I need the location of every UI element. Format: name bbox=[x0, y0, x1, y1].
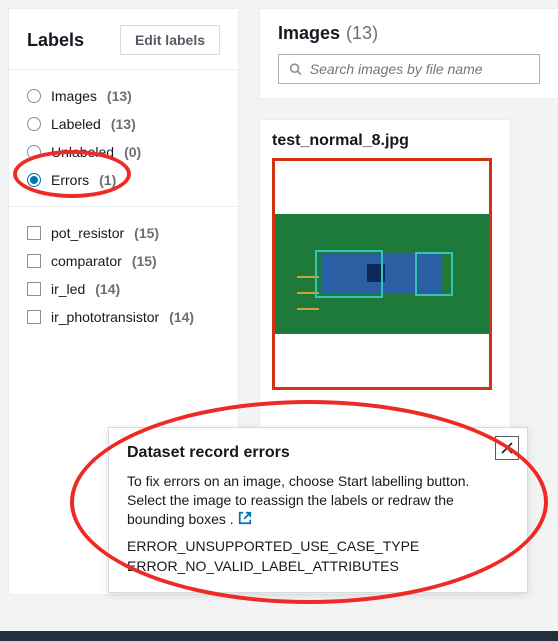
radio-icon bbox=[27, 145, 41, 159]
search-icon bbox=[289, 62, 302, 76]
filter-count: (0) bbox=[124, 144, 141, 160]
image-thumbnail bbox=[272, 158, 492, 390]
images-title: Images bbox=[278, 23, 340, 44]
search-input[interactable] bbox=[310, 61, 529, 77]
dataset-errors-tooltip: Dataset record errors To fix errors on a… bbox=[108, 427, 528, 593]
search-input-wrap[interactable] bbox=[278, 54, 540, 84]
filter-label: Labeled bbox=[51, 116, 101, 132]
checkbox-icon bbox=[27, 226, 41, 240]
sidebar-header: Labels Edit labels bbox=[9, 9, 238, 70]
filter-list: Images (13) Labeled (13) Unlabeled (0) E… bbox=[9, 70, 238, 207]
radio-icon bbox=[27, 117, 41, 131]
label-count: (15) bbox=[132, 253, 157, 269]
error-code: ERROR_UNSUPPORTED_USE_CASE_TYPE bbox=[127, 538, 509, 554]
checkbox-icon bbox=[27, 282, 41, 296]
edit-labels-button[interactable]: Edit labels bbox=[120, 25, 220, 55]
radio-icon bbox=[27, 173, 41, 187]
label-ir-led[interactable]: ir_led (14) bbox=[9, 275, 238, 303]
filter-label: Unlabeled bbox=[51, 144, 114, 160]
filter-images[interactable]: Images (13) bbox=[9, 82, 238, 110]
tooltip-title: Dataset record errors bbox=[127, 444, 509, 462]
label-pot-resistor[interactable]: pot_resistor (15) bbox=[9, 219, 238, 247]
bounding-box bbox=[315, 250, 383, 298]
label-count: (14) bbox=[95, 281, 120, 297]
close-button[interactable] bbox=[495, 436, 519, 460]
filter-count: (13) bbox=[111, 116, 136, 132]
image-filename: test_normal_8.jpg bbox=[272, 132, 498, 150]
images-count: (13) bbox=[346, 23, 378, 44]
label-text: ir_led bbox=[51, 281, 85, 297]
label-comparator[interactable]: comparator (15) bbox=[9, 247, 238, 275]
filter-count: (1) bbox=[99, 172, 116, 188]
tooltip-body-text: To fix errors on an image, choose Start … bbox=[127, 473, 469, 527]
filter-unlabeled[interactable]: Unlabeled (0) bbox=[9, 138, 238, 166]
label-text: comparator bbox=[51, 253, 122, 269]
filter-labeled[interactable]: Labeled (13) bbox=[9, 110, 238, 138]
label-count: (14) bbox=[169, 309, 194, 325]
filter-label: Errors bbox=[51, 172, 89, 188]
label-count: (15) bbox=[134, 225, 159, 241]
checkbox-icon bbox=[27, 254, 41, 268]
bounding-box bbox=[415, 252, 453, 296]
images-panel: Images (13) bbox=[259, 8, 558, 99]
filter-errors[interactable]: Errors (1) bbox=[9, 166, 238, 194]
tooltip-body: To fix errors on an image, choose Start … bbox=[127, 472, 509, 530]
label-text: ir_phototransistor bbox=[51, 309, 159, 325]
label-text: pot_resistor bbox=[51, 225, 124, 241]
error-code: ERROR_NO_VALID_LABEL_ATTRIBUTES bbox=[127, 558, 509, 574]
images-header: Images (13) bbox=[278, 23, 540, 44]
close-icon bbox=[501, 442, 513, 454]
footer-bar bbox=[0, 631, 558, 641]
label-list: pot_resistor (15) comparator (15) ir_led… bbox=[9, 207, 238, 343]
external-link-icon[interactable] bbox=[238, 511, 252, 530]
sidebar-title: Labels bbox=[27, 30, 84, 51]
image-preview bbox=[275, 214, 489, 334]
label-ir-phototransistor[interactable]: ir_phototransistor (14) bbox=[9, 303, 238, 331]
checkbox-icon bbox=[27, 310, 41, 324]
filter-count: (13) bbox=[107, 88, 132, 104]
filter-label: Images bbox=[51, 88, 97, 104]
radio-icon bbox=[27, 89, 41, 103]
